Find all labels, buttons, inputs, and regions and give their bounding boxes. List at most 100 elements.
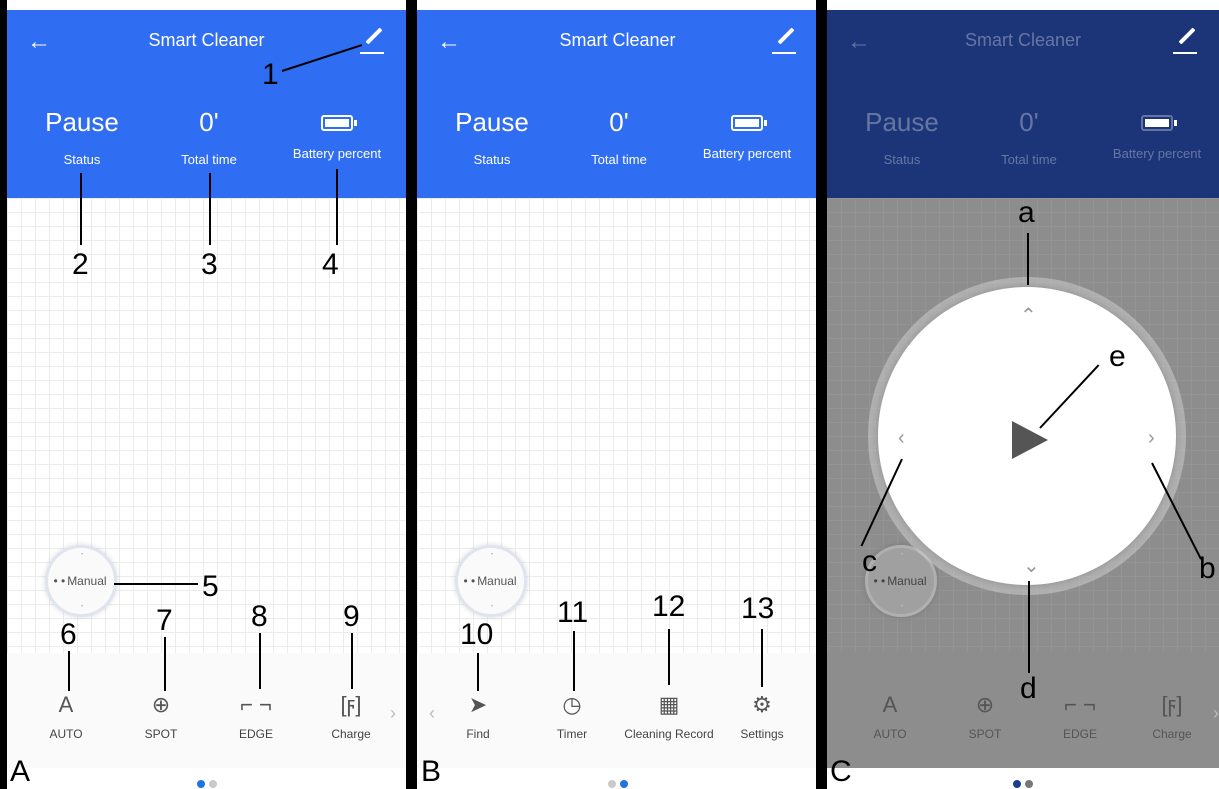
bottom-toolbar: A AUTO ⊕ SPOT ⌐ ¬ EDGE [ϝ] Charge › [827,653,1219,768]
callout-12: 12 [652,590,686,623]
callout-e: e [1109,340,1126,373]
play-icon[interactable] [1012,421,1048,459]
callout-a: a [1018,196,1035,229]
settings-button[interactable]: ⚙ Settings [714,691,810,741]
settings-label: Settings [740,727,784,741]
total-time-value: 0' [609,107,629,137]
app-header: ← Smart Cleaner Pause Status 0' Total ti… [827,10,1219,198]
callout-2: 2 [72,248,89,281]
letter-a-icon: A [58,692,74,717]
page-title: Smart Cleaner [964,30,1082,50]
battery-label: Battery percent [292,146,382,161]
phone-panel-b: ← Smart Cleaner Pause Status 0' Total ti… [412,0,818,789]
status-label: Status [883,152,921,167]
find-button[interactable]: ➤ Find [430,691,526,741]
edit-pencil-icon[interactable] [360,27,384,56]
page-indicator [7,775,406,789]
total-time-value: 0' [1019,107,1039,137]
callout-7: 7 [156,604,173,637]
page-title: Smart Cleaner [559,30,676,50]
chevron-right-icon[interactable]: › [1148,428,1155,448]
bottom-toolbar: A AUTO ⊕ SPOT ⌐ ¬ EDGE [ϝ] Charge › [7,653,406,768]
battery-icon [1141,115,1177,131]
edge-button[interactable]: ⌐ ¬ EDGE [1032,691,1128,741]
callout-line [573,631,575,691]
status-value: Pause [865,107,939,137]
callout-line [259,633,261,689]
edge-label: EDGE [238,727,273,741]
callout-c: c [862,545,877,578]
charge-icon: [ϝ] [340,692,362,717]
callout-line [336,169,338,245]
callout-line [209,173,211,245]
manual-label: Manual [67,574,107,588]
calendar-icon: ▦ [658,692,680,717]
spot-button[interactable]: ⊕ SPOT [113,691,209,741]
chevron-right-icon[interactable]: › [390,703,396,724]
charge-button[interactable]: [ϝ] Charge [1124,691,1219,741]
spot-label: SPOT [144,727,178,741]
auto-label: AUTO [49,727,83,741]
status-stat: Pause Status [22,106,142,167]
crosshair-icon: ⊕ [151,692,171,717]
callout-line [1028,581,1030,673]
charge-icon: [ϝ] [1161,692,1183,717]
battery-icon [731,115,767,131]
callout-3: 3 [201,248,218,281]
charge-label: Charge [1152,727,1192,741]
total-time-label: Total time [1001,152,1057,167]
chevron-down-icon[interactable]: ⌄ [1023,556,1040,576]
chevron-right-icon[interactable]: › [1213,703,1219,724]
manual-label: Manual [477,574,517,588]
phone-panel-a: ← Smart Cleaner Pause Status 0' Total ti… [0,0,406,789]
navigation-arrow-icon: ➤ [468,692,488,717]
callout-6: 6 [60,618,77,651]
battery-stat: Battery percent [277,106,397,161]
letter-a-icon: A [882,692,898,717]
panel-label-b: B [421,755,442,788]
charge-button[interactable]: [ϝ] Charge [303,691,399,741]
total-time-stat: 0' Total time [969,106,1089,167]
battery-stat: Battery percent [1097,106,1217,161]
callout-10: 10 [460,618,494,651]
edge-label: EDGE [1062,727,1097,741]
page-indicator [417,775,818,789]
cleaning-record-button[interactable]: ▦ Cleaning Record [618,691,720,741]
cleaning-record-label: Cleaning Record [624,727,714,741]
status-value: Pause [45,107,119,137]
auto-button[interactable]: A AUTO [18,691,114,741]
chevron-left-icon[interactable]: ‹ [898,428,905,448]
edge-button[interactable]: ⌐ ¬ EDGE [208,691,304,741]
status-stat: Pause Status [432,106,552,167]
callout-1: 1 [262,58,279,91]
spot-button[interactable]: ⊕ SPOT [937,691,1033,741]
callout-9: 9 [343,600,360,633]
frame-corners-icon: ⌐ ¬ [240,692,272,717]
total-time-label: Total time [591,152,647,167]
chevron-up-icon[interactable]: ⌃ [1020,306,1037,326]
battery-label: Battery percent [1112,146,1202,161]
app-header: ← Smart Cleaner Pause Status 0' Total ti… [417,10,818,198]
manual-button[interactable]: • Manual • [455,545,527,617]
callout-13: 13 [741,592,775,625]
page-indicator [827,775,1219,789]
timer-button[interactable]: ◷ Timer [524,691,620,741]
total-time-label: Total time [181,152,237,167]
gear-icon: ⚙ [752,692,772,717]
status-label: Status [63,152,101,167]
find-label: Find [466,727,490,741]
callout-5: 5 [202,570,219,603]
manual-button[interactable]: • Manual • [45,545,117,617]
edit-pencil-icon[interactable] [772,27,796,56]
callout-11: 11 [557,596,589,629]
frame-corners-icon: ⌐ ¬ [1064,692,1096,717]
panel-label-a: A [10,755,31,788]
callout-line [114,583,198,585]
auto-button[interactable]: A AUTO [842,691,938,741]
status-value: Pause [455,107,529,137]
callout-line [351,633,353,689]
total-time-stat: 0' Total time [149,106,269,167]
callout-line [80,173,82,245]
callout-line [477,653,479,691]
edit-pencil-icon[interactable] [1173,27,1197,56]
